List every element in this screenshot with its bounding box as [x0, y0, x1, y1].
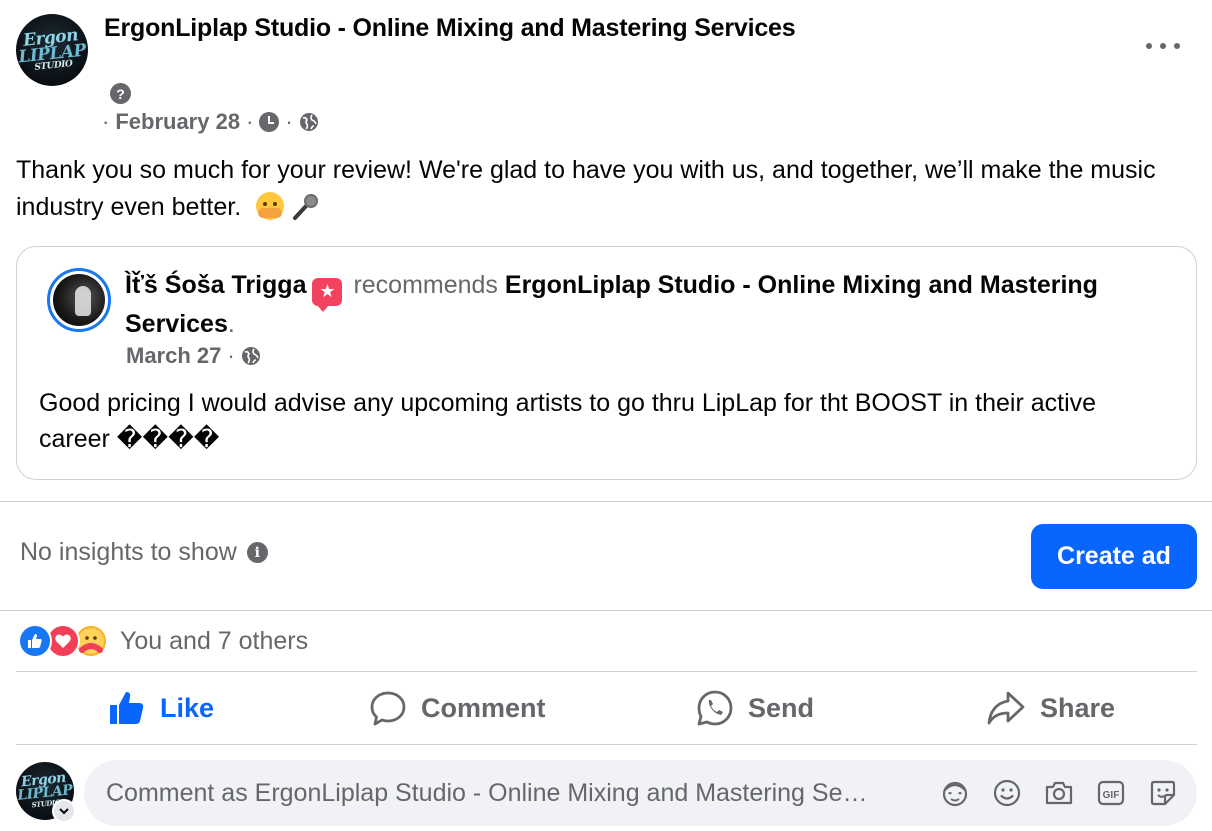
- reviewer-name-link[interactable]: Ìť̌š Śoša Trigga: [125, 271, 306, 299]
- comment-input[interactable]: [106, 760, 936, 826]
- whatsapp-icon: [697, 690, 733, 726]
- info-icon[interactable]: i: [246, 542, 268, 563]
- page-name-link[interactable]: ErgonLiplap Studio - Online Mixing and M…: [104, 14, 796, 43]
- hugging-emoji: [256, 192, 285, 220]
- avatar-sticker-icon[interactable]: [939, 777, 971, 809]
- post-body: Thank you so much for your review! We're…: [16, 156, 1156, 221]
- review-text: Good pricing I would advise any upcoming…: [39, 389, 1097, 453]
- divider: [0, 501, 1212, 502]
- svg-text:GIF: GIF: [1103, 790, 1120, 801]
- like-reaction-icon: [18, 624, 52, 658]
- review-meta: March 27 ·: [126, 343, 261, 369]
- review-headline: Ìť̌š Śoša Trigga ★ recommends ErgonLiplap…: [125, 271, 1098, 338]
- shared-review-card[interactable]: Ìť̌š Śoša Trigga ★ recommends ErgonLiplap…: [16, 246, 1197, 480]
- page-logo: Ergon LIPLAP STUDIO: [17, 24, 88, 73]
- divider: [16, 744, 1197, 745]
- post-meta: · February 28 · ·: [102, 109, 319, 135]
- create-ad-button[interactable]: Create ad: [1031, 524, 1197, 589]
- microphone-emoji: [293, 194, 319, 220]
- globe-icon[interactable]: [299, 112, 319, 132]
- divider: [16, 671, 1197, 672]
- sticker-icon[interactable]: [1147, 777, 1179, 809]
- insights-row: No insights to show i: [20, 538, 268, 567]
- post-date-link[interactable]: February 28: [115, 109, 240, 135]
- comment-icon: [370, 691, 406, 726]
- comment-composer: GIF: [84, 760, 1197, 826]
- reviewer-avatar[interactable]: [47, 268, 111, 332]
- share-button[interactable]: Share: [986, 688, 1115, 728]
- help-icon[interactable]: ?: [110, 83, 131, 104]
- recommend-icon: ★: [312, 278, 343, 312]
- page-avatar[interactable]: Ergon LIPLAP STUDIO: [16, 14, 88, 86]
- emoji-icon[interactable]: [991, 777, 1023, 809]
- like-button[interactable]: Like: [108, 688, 214, 728]
- more-icon: [1146, 43, 1152, 49]
- switch-profile-chevron-icon[interactable]: [52, 799, 76, 823]
- feed-post: Ergon LIPLAP STUDIO ErgonLiplap Studio -…: [0, 0, 1212, 831]
- composer-tools: GIF: [939, 777, 1179, 809]
- reactions-count[interactable]: You and 7 others: [120, 627, 308, 656]
- send-button[interactable]: Send: [696, 688, 814, 728]
- clock-icon[interactable]: [259, 112, 280, 132]
- share-icon: [987, 691, 1025, 725]
- more-options-button[interactable]: [1146, 36, 1180, 56]
- reactions-summary[interactable]: You and 7 others: [18, 624, 308, 658]
- camera-icon[interactable]: [1043, 777, 1075, 809]
- globe-icon[interactable]: [241, 346, 261, 366]
- divider: [0, 610, 1212, 611]
- comment-button[interactable]: Comment: [369, 688, 546, 728]
- review-date-link[interactable]: March 27: [126, 343, 221, 369]
- gif-icon[interactable]: GIF: [1095, 777, 1127, 809]
- thumbs-up-icon: [110, 692, 144, 724]
